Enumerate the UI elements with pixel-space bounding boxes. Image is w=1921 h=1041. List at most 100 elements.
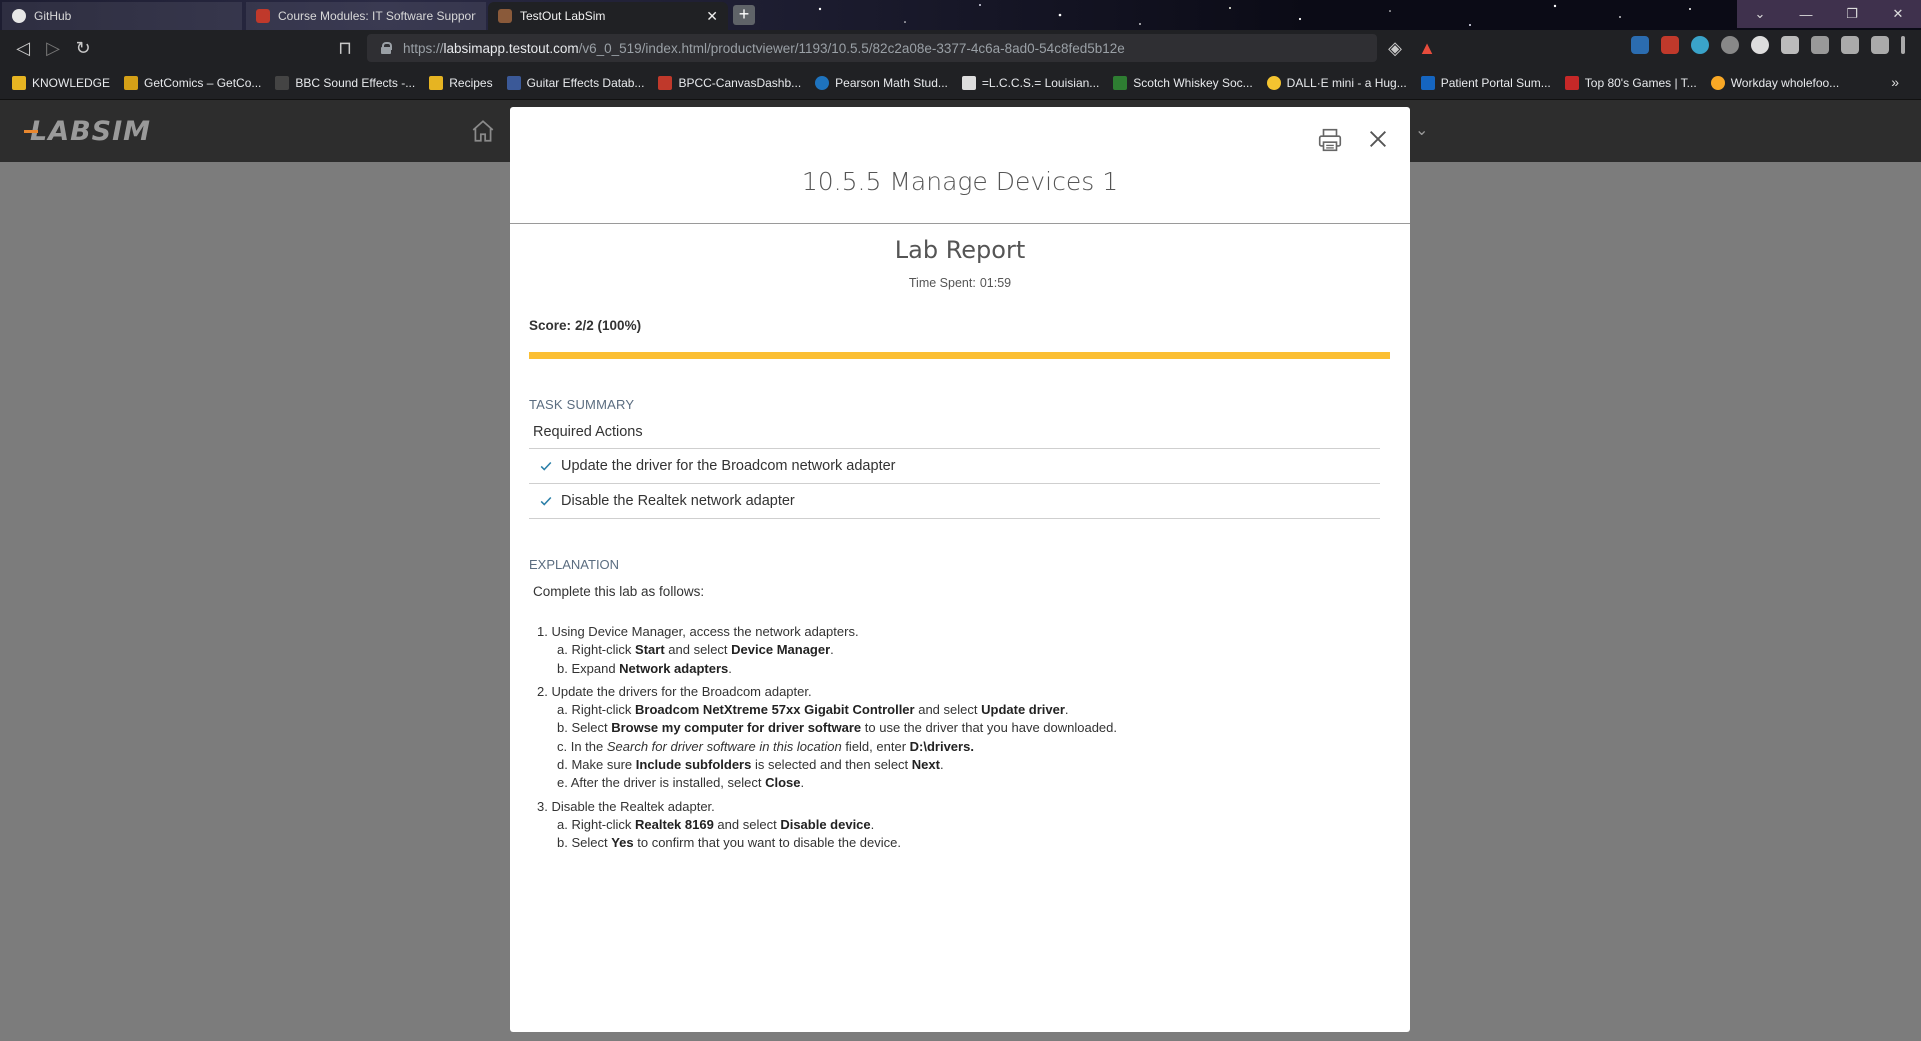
substep: b. Select Yes to confirm that you want t…: [557, 835, 901, 851]
bookmark-guitar-effects[interactable]: Guitar Effects Datab...: [506, 75, 644, 90]
substep: c. In the Search for driver software in …: [557, 738, 974, 754]
maximize-icon[interactable]: ❐: [1829, 0, 1875, 28]
substep: d. Make sure Include subfolders is selec…: [557, 757, 944, 773]
action-item: Disable the Realtek network adapter: [529, 484, 1380, 519]
labsim-logo[interactable]: LABSIM: [24, 116, 151, 147]
score-label: Score:: [529, 318, 572, 333]
bookmark-bbc-sound-effects[interactable]: BBC Sound Effects -...: [275, 75, 415, 90]
new-tab-button[interactable]: +: [733, 5, 755, 25]
bookmark-dalle-mini[interactable]: DALL·E mini - a Hug...: [1266, 75, 1407, 90]
extension-w-icon[interactable]: [1721, 36, 1739, 54]
bookmark-patient-portal[interactable]: Patient Portal Sum...: [1420, 75, 1551, 90]
github-icon: [12, 9, 26, 23]
canvas-icon: [658, 75, 673, 90]
lab-report-modal: 10.5.5 Manage Devices 1 Lab Report Time …: [510, 107, 1410, 1032]
extension-react-icon[interactable]: [1691, 36, 1709, 54]
lock-icon: [381, 42, 392, 54]
close-tab-icon[interactable]: ✕: [706, 8, 718, 25]
bookmark-recipes[interactable]: Recipes: [429, 75, 493, 90]
window-controls: ⌄ — ❐ ✕: [1737, 0, 1921, 28]
reading-list-icon[interactable]: [1811, 36, 1829, 54]
substep: b. Expand Network adapters.: [557, 660, 732, 676]
modal-header: 10.5.5 Manage Devices 1: [510, 107, 1410, 224]
tab-search-icon[interactable]: ⌄: [1737, 0, 1783, 28]
bookmark-top-80s-games[interactable]: Top 80's Games | T...: [1564, 75, 1697, 90]
modal-title: 10.5.5 Manage Devices 1: [801, 167, 1119, 196]
folder-icon: [429, 75, 444, 90]
tab-testout-labsim[interactable]: TestOut LabSim ✕: [488, 2, 728, 30]
url-host: labsimapp.testout.com: [443, 40, 579, 56]
explanation-steps: 1. Using Device Manager, access the netw…: [537, 623, 1410, 853]
step-title: 1. Using Device Manager, access the netw…: [537, 624, 859, 639]
extension-translate-icon[interactable]: [1631, 36, 1649, 54]
bookmark-bpcc-canvas[interactable]: BPCC-CanvasDashb...: [658, 75, 801, 90]
menu-icon[interactable]: [1901, 36, 1905, 54]
more-bookmarks-icon[interactable]: »: [1891, 74, 1899, 90]
url-prefix: https://: [403, 40, 444, 56]
explanation-intro: Complete this lab as follows:: [533, 584, 705, 599]
chevron-down-icon[interactable]: ⌄: [1415, 120, 1428, 140]
check-icon: [540, 496, 552, 506]
browser-tab-strip: GitHub Course Modules: IT Software Suppo…: [0, 0, 1921, 30]
bookmark-scotch-whiskey[interactable]: Scotch Whiskey Soc...: [1113, 75, 1253, 90]
forward-icon[interactable]: ▷: [38, 33, 68, 63]
whiskey-icon: [1113, 75, 1128, 90]
extension-circle-icon[interactable]: [1751, 36, 1769, 54]
bookmark-knowledge[interactable]: KNOWLEDGE: [12, 75, 110, 90]
reload-icon[interactable]: ↻: [68, 33, 98, 63]
step-2: 2. Update the drivers for the Broadcom a…: [537, 683, 1410, 793]
substep: a. Right-click Broadcom NetXtreme 57xx G…: [557, 702, 1069, 718]
action-text: Disable the Realtek network adapter: [561, 493, 795, 509]
action-text: Update the driver for the Broadcom netwo…: [561, 458, 896, 474]
bbc-icon: [275, 75, 290, 90]
getcomics-icon: [124, 75, 139, 90]
print-icon[interactable]: [1317, 127, 1343, 153]
extensions-area: [1631, 36, 1905, 54]
guitar-effects-icon: [506, 75, 521, 90]
step-title: 3. Disable the Realtek adapter.: [537, 798, 715, 814]
tab-github[interactable]: GitHub: [2, 2, 242, 30]
pearson-icon: [815, 75, 830, 90]
lccs-icon: [961, 75, 976, 90]
folder-icon: [12, 75, 26, 90]
workday-icon: [1710, 75, 1725, 90]
extension-s-icon[interactable]: [1661, 36, 1679, 54]
action-item: Update the driver for the Broadcom netwo…: [529, 449, 1380, 484]
tab-title: Course Modules: IT Software Support: [278, 9, 476, 23]
patient-portal-icon: [1420, 75, 1435, 90]
tab-title: TestOut LabSim: [520, 9, 606, 23]
bookmark-workday[interactable]: Workday wholefoo...: [1710, 75, 1839, 90]
substep: b. Select Browse my computer for driver …: [557, 720, 1118, 736]
score-value: 2/2 (100%): [575, 318, 642, 333]
tab-title: GitHub: [34, 9, 72, 23]
back-icon[interactable]: ◁: [8, 33, 38, 63]
substep: e. After the driver is installed, select…: [557, 775, 805, 791]
substep: a. Right-click Start and select Device M…: [557, 642, 834, 658]
extensions-puzzle-icon[interactable]: [1781, 36, 1799, 54]
url-path: /v6_0_519/index.html/productviewer/1193/…: [578, 40, 1125, 56]
time-spent: Time Spent: 01:59: [510, 276, 1410, 290]
bookmark-page-icon[interactable]: ⊓: [330, 33, 360, 63]
bookmark-getcomics[interactable]: GetComics – GetCo...: [124, 75, 261, 90]
report-title: Lab Report: [894, 236, 1026, 264]
bookmarks-bar: KNOWLEDGE GetComics – GetCo... BBC Sound…: [0, 66, 1921, 100]
score: Score: 2/2 (100%): [529, 318, 1410, 333]
minimize-icon[interactable]: —: [1783, 0, 1829, 28]
brave-shield-icon[interactable]: ◈: [1380, 33, 1410, 63]
time-spent-label: Time Spent:: [908, 276, 976, 290]
bookmark-pearson-math[interactable]: Pearson Math Stud...: [815, 75, 948, 90]
required-actions-list: Update the driver for the Broadcom netwo…: [529, 448, 1380, 519]
close-icon[interactable]: [1367, 128, 1389, 150]
address-bar[interactable]: https://labsimapp.testout.com/v6_0_519/i…: [367, 34, 1377, 62]
time-spent-value: 01:59: [979, 276, 1012, 290]
substep: a. Right-click Realtek 8169 and select D…: [557, 816, 875, 832]
tab-course-modules[interactable]: Course Modules: IT Software Support: [246, 2, 486, 30]
home-icon[interactable]: [470, 118, 496, 144]
sidebar-icon[interactable]: [1841, 36, 1859, 54]
huggingface-icon: [1266, 75, 1281, 90]
brave-rewards-icon[interactable]: ▲: [1412, 33, 1442, 63]
window-close-icon[interactable]: ✕: [1875, 0, 1921, 28]
wallet-icon[interactable]: [1871, 36, 1889, 54]
bookmark-lccs[interactable]: =L.C.C.S.= Louisian...: [961, 75, 1099, 90]
step-title: 2. Update the drivers for the Broadcom a…: [537, 683, 812, 699]
